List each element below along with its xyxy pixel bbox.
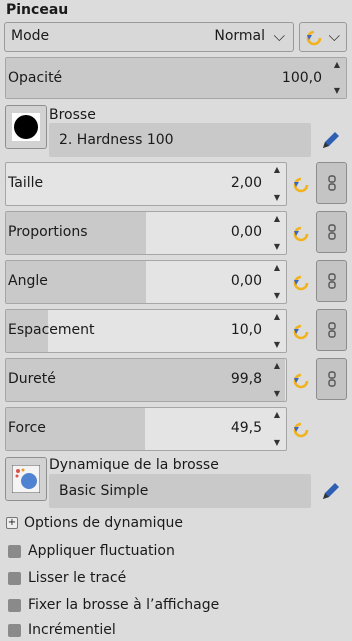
- checkbox-label[interactable]: Appliquer fluctuation: [28, 543, 175, 559]
- link-chain-button[interactable]: [316, 358, 347, 400]
- dynamics-options-label: Options de dynamique: [24, 515, 183, 531]
- chain-icon: [327, 175, 336, 191]
- param-spinbox-espacement[interactable]: Espacement 10,0 ▲ ▼: [5, 309, 287, 353]
- param-value: 10,0: [230, 322, 262, 338]
- chain-icon: [327, 371, 336, 387]
- chevron-down-icon: ⌵: [328, 27, 340, 45]
- reset-icon[interactable]: [291, 224, 311, 244]
- param-spinbox-taille[interactable]: Taille 2,00 ▲ ▼: [5, 162, 287, 206]
- mode-label: Mode: [11, 28, 50, 44]
- checkbox[interactable]: [8, 545, 21, 558]
- mode-reset-combo[interactable]: ⌵: [299, 22, 347, 52]
- opacity-spinbox[interactable]: Opacité 100,0 ▲ ▼: [5, 57, 347, 99]
- param-label: Espacement: [8, 322, 95, 338]
- opacity-label: Opacité: [8, 70, 63, 86]
- param-label: Dureté: [8, 371, 56, 387]
- mode-combo[interactable]: Mode Normal ⌵: [4, 22, 294, 52]
- link-chain-button[interactable]: [316, 309, 347, 351]
- param-label: Angle: [8, 273, 48, 289]
- link-chain-button[interactable]: [316, 162, 347, 204]
- brush-name: 2. Hardness 100: [59, 132, 174, 148]
- panel-title: Pinceau: [6, 2, 69, 18]
- param-spinbox-proportions[interactable]: Proportions 0,00 ▲ ▼: [5, 211, 287, 255]
- brush-preview-icon: [12, 113, 40, 141]
- opacity-stepper[interactable]: ▲ ▼: [331, 61, 343, 95]
- chain-icon: [327, 224, 336, 240]
- checkbox[interactable]: [8, 624, 21, 637]
- brush-name-field[interactable]: 2. Hardness 100: [49, 123, 311, 157]
- reset-icon[interactable]: [291, 175, 311, 195]
- dynamics-preview-button[interactable]: [5, 457, 47, 501]
- param-stepper[interactable]: ▲ ▼: [271, 411, 283, 447]
- param-value: 49,5: [230, 420, 262, 436]
- dynamics-name-field[interactable]: Basic Simple: [49, 474, 311, 508]
- dynamics-icon: [12, 465, 40, 493]
- checkbox-label[interactable]: Incrémentiel: [28, 622, 116, 638]
- chain-icon: [327, 322, 336, 338]
- checkbox[interactable]: [8, 599, 21, 612]
- chevron-down-icon: ⌵: [273, 27, 285, 45]
- param-spinbox-angle[interactable]: Angle 0,00 ▲ ▼: [5, 260, 287, 304]
- checkbox-label[interactable]: Fixer la brosse à l’affichage: [28, 597, 219, 613]
- reset-icon[interactable]: [291, 273, 311, 293]
- param-value: 0,00: [230, 224, 262, 240]
- param-value: 99,8: [230, 371, 262, 387]
- reset-icon[interactable]: [291, 371, 311, 391]
- param-spinbox-force[interactable]: Force 49,5 ▲ ▼: [5, 407, 287, 451]
- plus-icon: +: [6, 517, 18, 529]
- param-spinbox-dureté[interactable]: Dureté 99,8 ▲ ▼: [5, 358, 287, 402]
- chain-icon: [327, 273, 336, 289]
- param-stepper[interactable]: ▲ ▼: [271, 362, 283, 398]
- param-label: Proportions: [8, 224, 88, 240]
- pencil-icon[interactable]: [318, 129, 342, 153]
- dynamics-label: Dynamique de la brosse: [49, 457, 219, 473]
- dynamics-name: Basic Simple: [59, 483, 149, 499]
- pencil-icon[interactable]: [318, 480, 342, 504]
- checkbox-label[interactable]: Lisser le tracé: [28, 570, 126, 586]
- link-chain-button[interactable]: [316, 211, 347, 253]
- reset-icon: [306, 30, 322, 46]
- mode-value: Normal: [214, 28, 265, 44]
- brush-preview-button[interactable]: [5, 105, 47, 149]
- param-stepper[interactable]: ▲ ▼: [271, 313, 283, 349]
- param-value: 0,00: [230, 273, 262, 289]
- brush-label: Brosse: [49, 107, 96, 123]
- reset-icon[interactable]: [291, 420, 311, 440]
- param-stepper[interactable]: ▲ ▼: [271, 264, 283, 300]
- reset-icon[interactable]: [291, 322, 311, 342]
- param-label: Taille: [8, 175, 44, 191]
- param-stepper[interactable]: ▲ ▼: [271, 166, 283, 202]
- param-value: 2,00: [230, 175, 262, 191]
- param-label: Force: [8, 420, 46, 436]
- dynamics-options-expander[interactable]: + Options de dynamique: [6, 515, 183, 531]
- param-stepper[interactable]: ▲ ▼: [271, 215, 283, 251]
- checkbox[interactable]: [8, 572, 21, 585]
- link-chain-button[interactable]: [316, 260, 347, 302]
- opacity-value: 100,0: [281, 70, 322, 86]
